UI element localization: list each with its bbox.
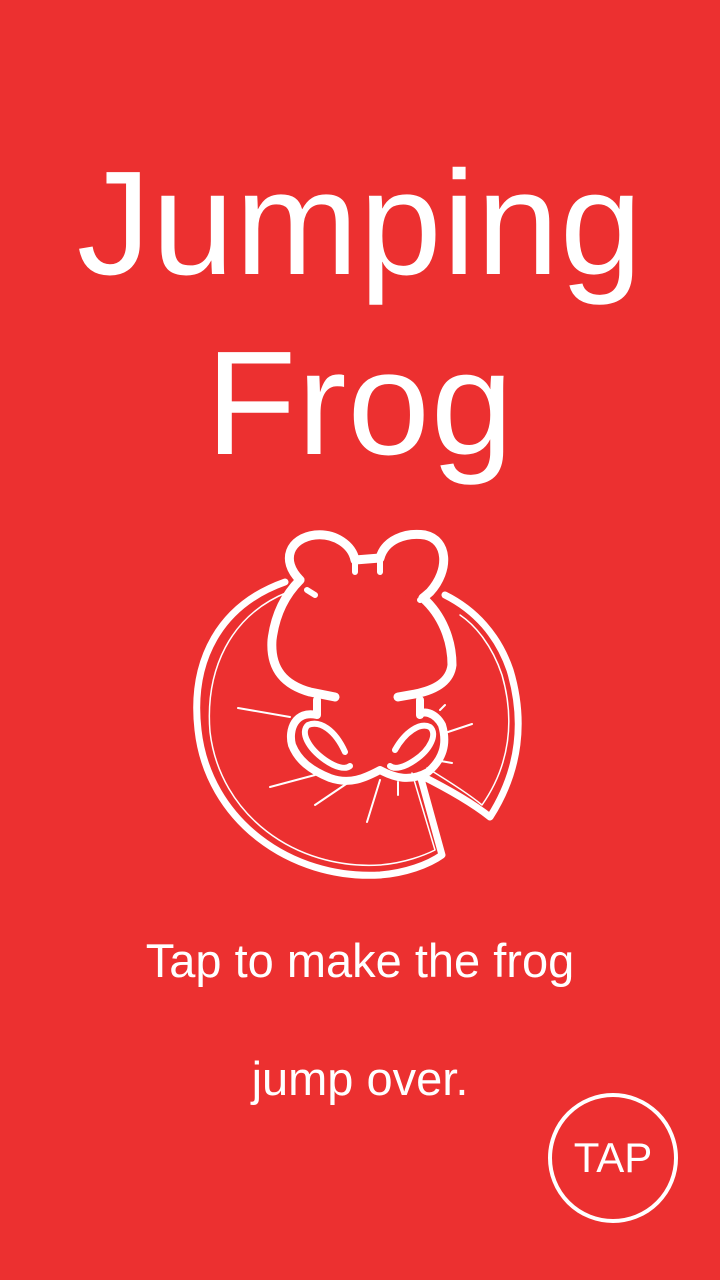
frog-on-lily-pad-icon <box>193 529 522 879</box>
tap-button[interactable]: TAP <box>548 1093 678 1223</box>
instruction-line-1: Tap to make the frog <box>145 934 575 987</box>
title-line-2: Frog <box>205 321 515 486</box>
tap-button-label: TAP <box>573 1134 653 1181</box>
title-line-1: Jumping <box>76 141 644 306</box>
